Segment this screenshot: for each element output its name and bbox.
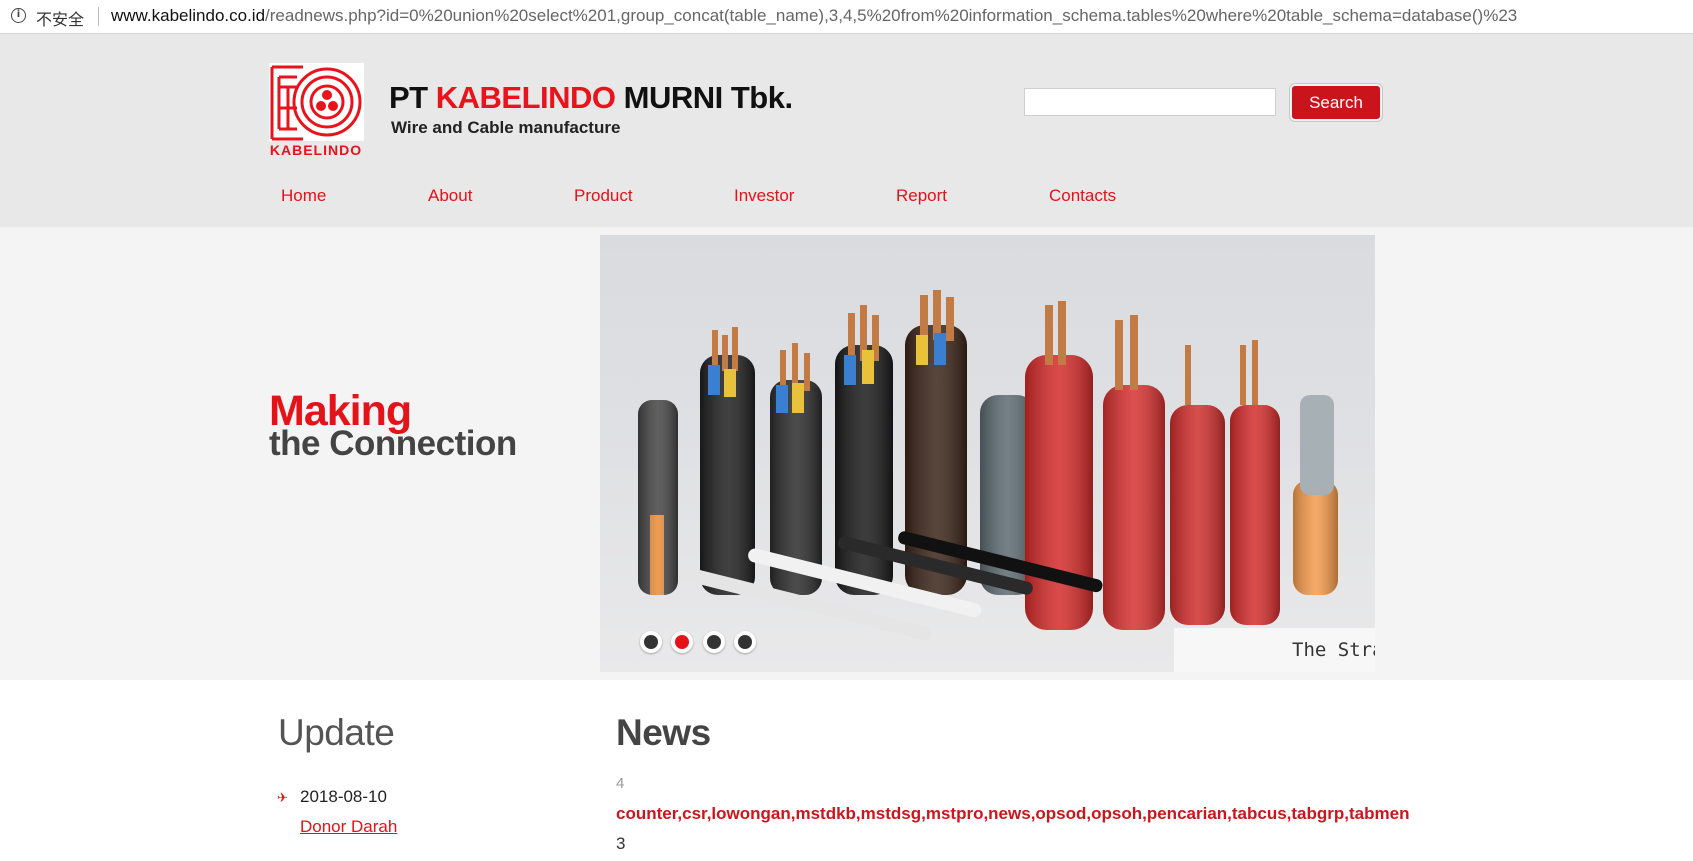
- slide-dot-1[interactable]: [640, 631, 662, 653]
- search-input[interactable]: [1024, 88, 1276, 116]
- nav-about[interactable]: About: [428, 186, 472, 206]
- company-highlight: KABELINDO: [435, 80, 616, 115]
- logo-wordmark: KABELINDO: [270, 142, 362, 158]
- image-slider[interactable]: The Stra: [600, 235, 1375, 672]
- url-path: /readnews.php?id=0%20union%20select%201,…: [265, 6, 1518, 25]
- info-icon[interactable]: i: [11, 8, 26, 23]
- nav-home[interactable]: Home: [281, 186, 326, 206]
- slide-dot-2[interactable]: [671, 631, 693, 653]
- company-name: PT KABELINDO MURNI Tbk.: [389, 80, 793, 116]
- news-value-1: 4: [616, 775, 625, 792]
- security-label[interactable]: 不安全: [36, 6, 84, 30]
- nav-contacts[interactable]: Contacts: [1049, 186, 1116, 206]
- nav-investor[interactable]: Investor: [734, 186, 794, 206]
- nav-product[interactable]: Product: [574, 186, 633, 206]
- cable-products-image: [638, 290, 1338, 640]
- company-tagline: Wire and Cable manufacture: [391, 118, 621, 137]
- kabelindo-logo[interactable]: KABELINDO: [269, 63, 364, 158]
- site-header: [0, 34, 1693, 227]
- url-text[interactable]: www.kabelindo.co.id/readnews.php?id=0%20…: [111, 6, 1517, 26]
- slogan-connection: the Connection: [269, 424, 517, 463]
- divider: [98, 7, 99, 26]
- company-suffix: MURNI Tbk.: [615, 80, 793, 115]
- url-domain: www.kabelindo.co.id: [111, 6, 266, 25]
- slider-caption: The Stra: [1174, 628, 1375, 672]
- search-button[interactable]: Search: [1290, 84, 1382, 121]
- company-prefix: PT: [389, 80, 436, 115]
- slide-dot-4[interactable]: [734, 631, 756, 653]
- nav-report[interactable]: Report: [896, 186, 947, 206]
- update-date: 2018-08-10: [300, 787, 387, 806]
- arrow-bullet-icon: ✈: [277, 790, 288, 805]
- news-table-list: counter,csr,lowongan,mstdkb,mstdsg,mstpr…: [616, 804, 1410, 823]
- news-value-2: 3: [616, 834, 626, 853]
- update-heading: Update: [278, 712, 395, 753]
- browser-address-bar[interactable]: i 不安全 www.kabelindo.co.id/readnews.php?i…: [0, 0, 1693, 34]
- slide-dot-3[interactable]: [703, 631, 725, 653]
- news-heading: News: [616, 712, 711, 753]
- update-link[interactable]: Donor Darah: [300, 817, 397, 837]
